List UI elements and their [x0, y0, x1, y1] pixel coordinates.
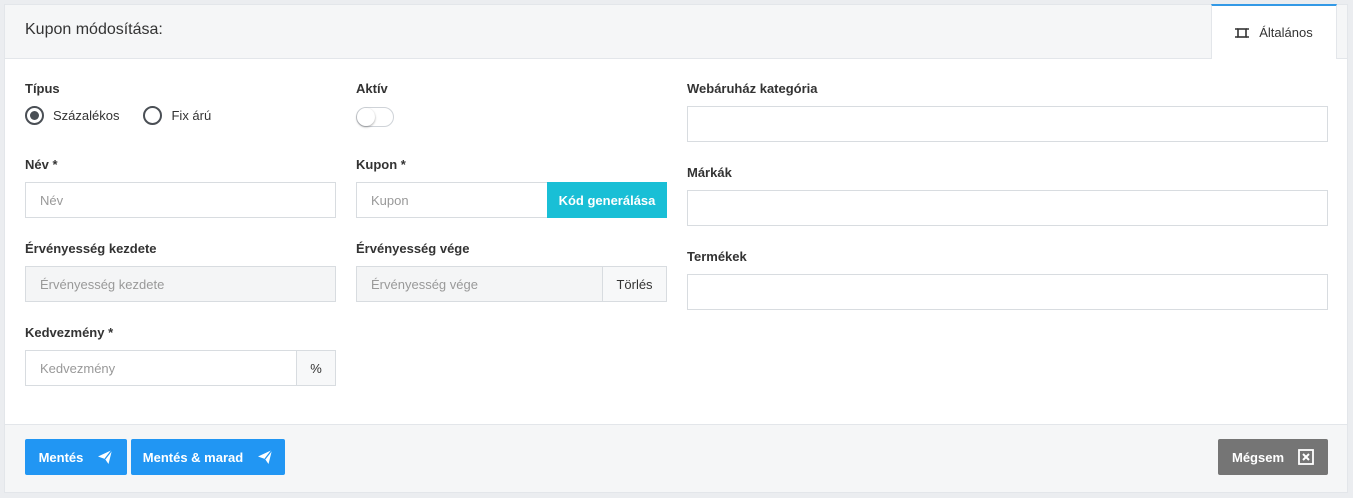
save-stay-label: Mentés & marad — [142, 449, 244, 465]
card-footer: Mentés Mentés & marad Mégsem — [5, 424, 1347, 492]
active-label: Aktív — [356, 81, 388, 96]
page-title: Kupon módosítása: — [25, 21, 163, 38]
clear-date-button[interactable]: Törlés — [602, 266, 667, 302]
cancel-label: Mégsem — [1231, 449, 1285, 465]
type-label: Típus — [25, 81, 60, 96]
send-icon — [98, 449, 113, 464]
coupon-edit-card: Kupon módosítása: Általános Típus Százal… — [4, 4, 1348, 493]
valid-from-label: Érvényesség kezdete — [25, 241, 157, 256]
radio-percentage[interactable]: Százalékos — [25, 106, 119, 125]
generate-code-button[interactable]: Kód generálása — [547, 182, 667, 218]
shop-category-label: Webáruház kategória — [687, 81, 818, 96]
save-label: Mentés — [38, 449, 84, 465]
tab-general[interactable]: Általános — [1211, 4, 1337, 59]
radio-checked-icon — [25, 106, 44, 125]
send-icon — [258, 449, 273, 464]
radio-unchecked-icon — [143, 106, 163, 125]
name-input[interactable]: Név — [25, 182, 336, 218]
radio-fixed-price[interactable]: Fix árú — [143, 106, 211, 125]
card-header: Kupon módosítása: Általános — [5, 4, 1347, 59]
toggle-knob — [357, 108, 375, 126]
shop-category-select[interactable] — [687, 106, 1328, 142]
save-button[interactable]: Mentés — [25, 439, 127, 475]
products-select[interactable] — [687, 274, 1328, 310]
valid-from-input[interactable]: Érvényesség kezdete — [25, 266, 336, 302]
valid-to-label: Érvényesség vége — [356, 241, 470, 256]
radio-label: Fix árú — [171, 108, 212, 123]
coupon-label: Kupon * — [356, 157, 406, 172]
cancel-button[interactable]: Mégsem — [1218, 439, 1328, 475]
brands-label: Márkák — [687, 165, 732, 180]
discount-label: Kedvezmény * — [25, 325, 114, 340]
brands-select[interactable] — [687, 190, 1328, 226]
coupon-input[interactable]: Kupon — [356, 182, 548, 218]
valid-to-input[interactable]: Érvényesség vége — [356, 266, 603, 302]
type-radio-group: Százalékos Fix árú — [25, 106, 211, 125]
discount-input[interactable]: Kedvezmény — [25, 350, 297, 386]
expand-icon — [1235, 27, 1250, 38]
save-and-stay-button[interactable]: Mentés & marad — [131, 439, 285, 475]
tab-label: Általános — [1259, 25, 1313, 40]
radio-label: Százalékos — [53, 108, 120, 123]
close-box-icon — [1298, 449, 1314, 465]
name-label: Név * — [25, 157, 58, 172]
active-toggle[interactable] — [356, 107, 394, 127]
percent-addon: % — [296, 350, 336, 386]
products-label: Termékek — [687, 249, 747, 264]
